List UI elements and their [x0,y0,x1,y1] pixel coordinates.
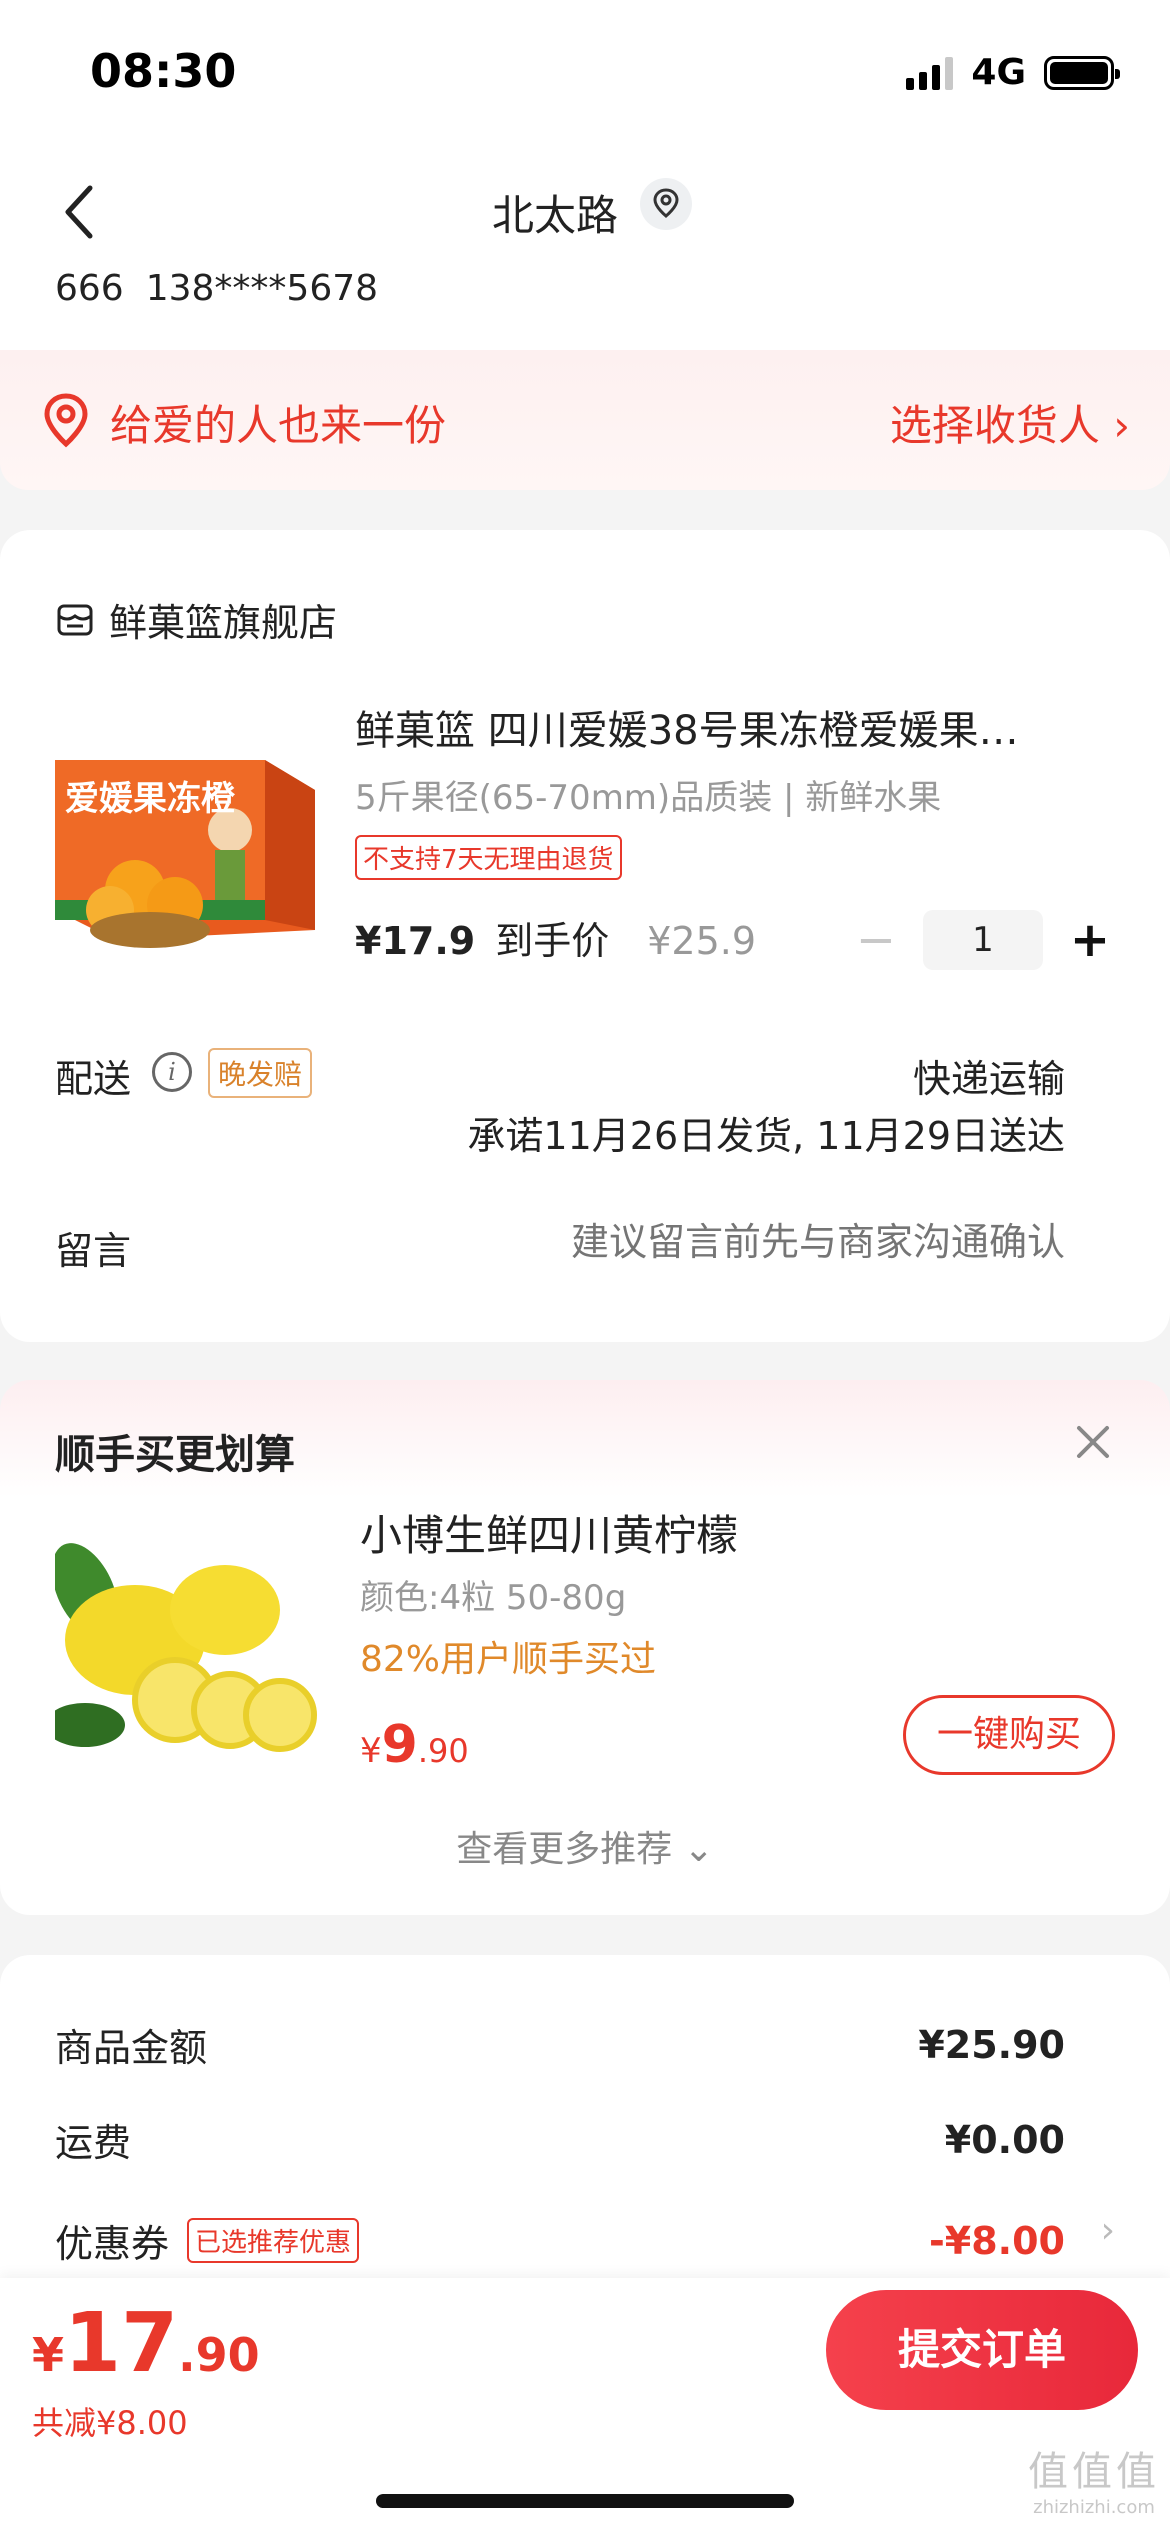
info-icon[interactable]: i [152,1052,192,1092]
choose-receiver-link[interactable]: 选择收货人 › [890,392,1130,453]
total-saved: 共减¥8.00 [32,2404,188,2442]
recommend-title: 顺手买更划算 [55,1432,295,1478]
shop-order-card: 鲜菓篮旗舰店 爱媛果冻橙 鲜菓篮 四川爱媛38号果冻橙爱媛果… 5斤果径(65-… [0,530,1170,1342]
watermark: 值值值 zhizhizhi.com [1028,2449,1160,2518]
product-title[interactable]: 鲜菓篮 四川爱媛38号果冻橙爱媛果… [355,698,1095,756]
order-confirm-page: 08:30 4G 北太路 666 138****5678 给爱的人也来一份 选择… [0,0,1170,2532]
shop-name: 鲜菓篮旗舰店 [109,601,338,645]
late-compensation-badge: 晚发赔 [208,1048,313,1098]
status-time: 08:30 [90,44,237,98]
goods-amount-label: 商品金额 [55,2026,208,2070]
location-pin-icon[interactable] [640,178,692,230]
coupon-row[interactable]: 优惠券 已选推荐优惠 -¥8.00 [55,2213,1065,2268]
freight-label: 运费 [55,2121,132,2165]
product-image-label: 爱媛果冻橙 [65,779,236,819]
more-recommendations-link[interactable]: 查看更多推荐 ⌄ [0,1820,1170,1872]
status-bar: 08:30 4G [0,0,1170,140]
signal-icon [906,56,954,90]
receiver-info[interactable]: 666 138****5678 [55,268,378,309]
recommend-bought-rate: 82%用户顺手买过 [360,1639,657,1680]
status-indicators: 4G [906,52,1120,93]
coupon-value: -¥8.00 [929,2218,1065,2263]
network-type: 4G [971,52,1026,93]
address-title[interactable]: 北太路 [0,182,1170,243]
one-click-buy-button[interactable]: 一键购买 [903,1695,1115,1775]
shipping-method: 快递运输 [912,1057,1065,1101]
quantity-stepper: − 1 + [851,910,1115,970]
shipping-promise: 承诺11月26日发货, 11月29日送达 [467,1114,1065,1158]
gift-banner[interactable]: 给爱的人也来一份 选择收货人 › [0,350,1170,490]
receiver-phone: 138****5678 [145,268,379,309]
goods-amount-row: 商品金额 ¥25.90 [55,2017,1065,2072]
gift-banner-text: 给爱的人也来一份 [110,401,447,450]
home-indicator [376,2494,794,2508]
shop-icon [57,604,93,635]
no-return-tag: 不支持7天无理由退货 [355,835,622,880]
freight-row: 运费 ¥0.00 [55,2112,1065,2167]
price-row: ¥17.9 到手价 ¥25.9 [355,910,756,965]
freight-value: ¥0.00 [944,2117,1065,2162]
product-spec: 5斤果径(65-70mm)品质装 | 新鲜水果 [355,778,942,818]
message-label: 留言 [55,1229,132,1273]
recommend-price: ¥9.90 [360,1715,469,1775]
address-header: 北太路 666 138****5678 [0,140,1170,350]
increase-button[interactable]: + [1065,915,1115,965]
message-input[interactable] [445,1220,1065,1264]
location-pin-icon [44,393,88,448]
recommend-card: 顺手买更划算 小博生鲜四川黄柠檬 颜色:4粒 50-80g 82%用户顺手买过 … [0,1380,1170,1915]
recommend-product-spec: 颜色:4粒 50-80g [360,1578,627,1618]
shop-header[interactable]: 鲜菓篮旗舰店 [55,592,337,647]
price-label: 到手价 [495,919,610,963]
coupon-label: 优惠券 [55,2222,170,2266]
price-original: ¥25.9 [647,919,757,963]
receiver-name: 666 [55,268,124,309]
quantity-value[interactable]: 1 [923,910,1043,970]
battery-icon [1044,55,1120,90]
total-price: ¥17.90 [32,2296,260,2391]
shipping-label: 配送 [55,1057,132,1101]
recommend-product-name[interactable]: 小博生鲜四川黄柠檬 [360,1502,738,1563]
decrease-button[interactable]: − [851,915,901,965]
coupon-tag: 已选推荐优惠 [187,2218,360,2263]
submit-order-button[interactable]: 提交订单 [826,2290,1138,2410]
goods-amount-value: ¥25.90 [918,2022,1065,2067]
recommend-product-image[interactable] [55,1510,325,1780]
price-now: ¥17.9 [355,919,476,963]
product-image[interactable]: 爱媛果冻橙 [55,720,325,960]
close-icon[interactable] [1071,1420,1115,1464]
chevron-right-icon[interactable]: › [1101,2210,1115,2251]
